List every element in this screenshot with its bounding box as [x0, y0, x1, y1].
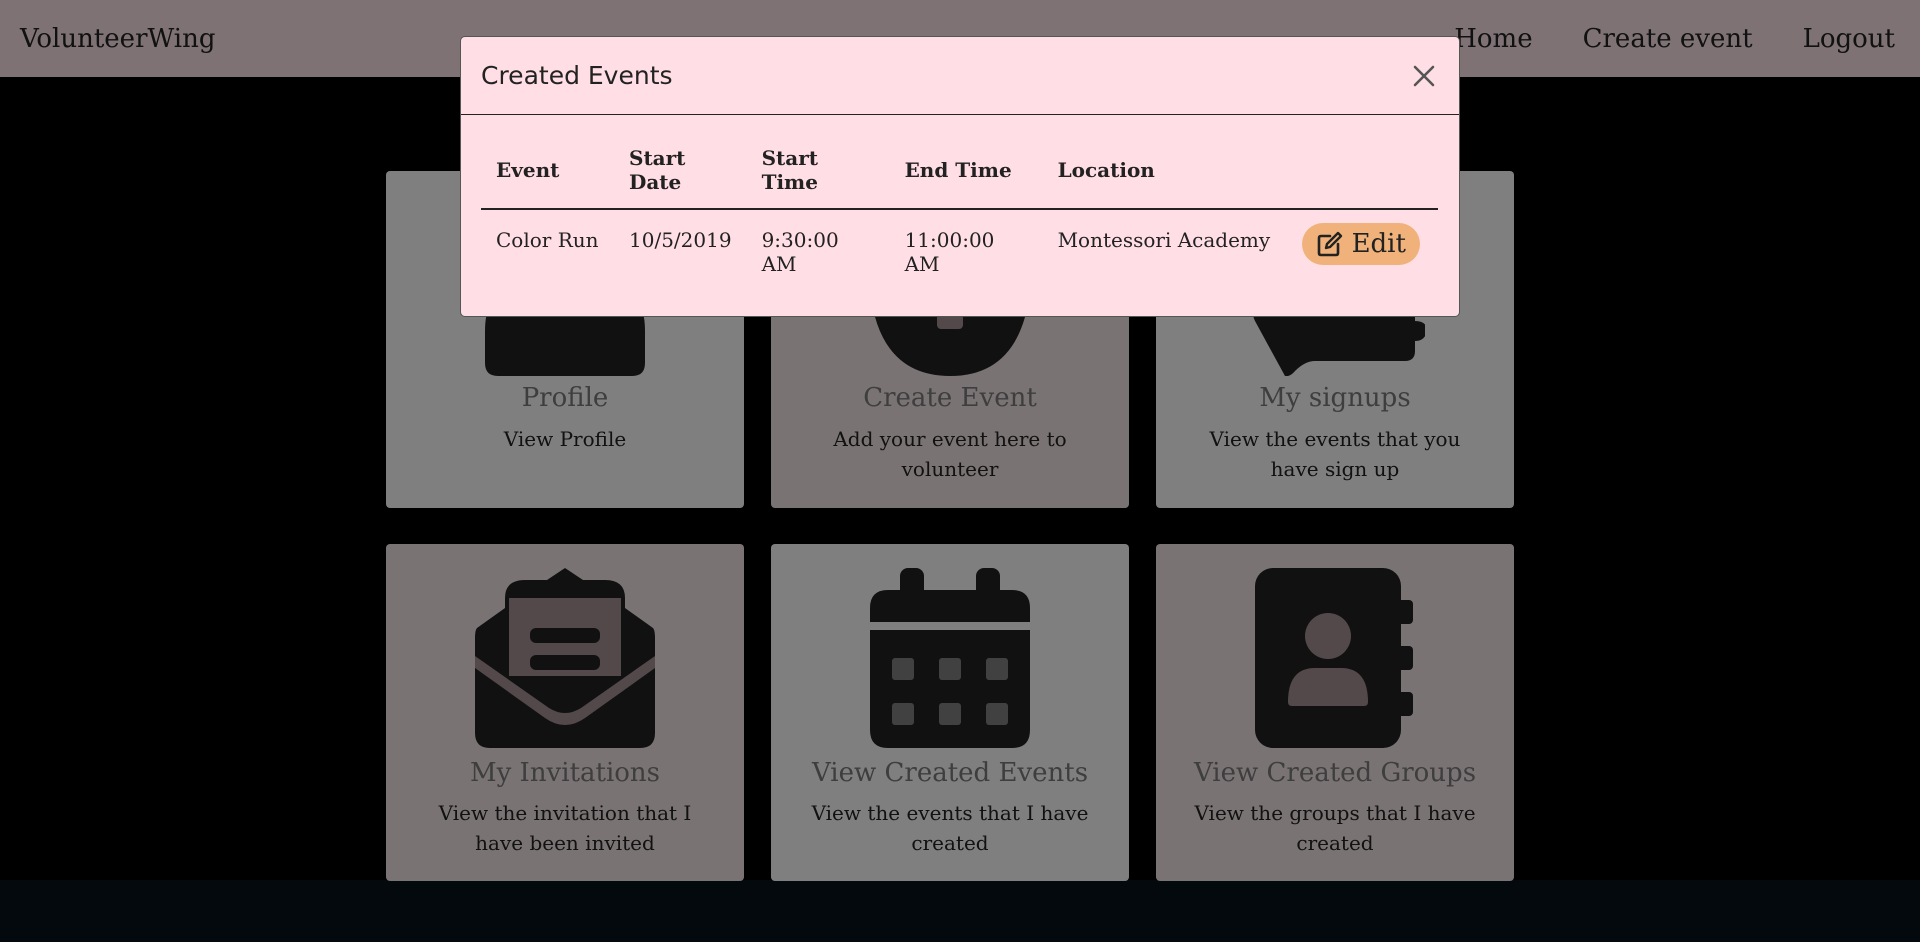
modal-header: Created Events	[461, 37, 1459, 115]
table-row: Color Run 10/5/2019 9:30:00 AM 11:00:00 …	[481, 209, 1438, 294]
cell-start-time: 9:30:00 AM	[761, 228, 839, 276]
close-button[interactable]	[1409, 61, 1439, 91]
table-header-row: Event Start Date Start Time End Time Loc…	[481, 135, 1438, 210]
events-table: Event Start Date Start Time End Time Loc…	[481, 135, 1438, 294]
column-header-end-time: End Time	[889, 135, 1043, 210]
column-header-start-time: Start Time	[746, 135, 890, 210]
cell-end-time: 11:00:00 AM	[904, 228, 995, 276]
modal-body: Event Start Date Start Time End Time Loc…	[461, 115, 1459, 314]
modal-title: Created Events	[481, 61, 673, 90]
created-events-modal: Created Events Event Start Date Start Ti…	[460, 36, 1460, 317]
column-header-actions	[1286, 135, 1438, 210]
close-icon	[1413, 65, 1435, 86]
cell-actions: Edit	[1287, 209, 1438, 294]
cell-location: Montessori Academy	[1057, 228, 1271, 252]
column-header-location: Location	[1042, 135, 1287, 210]
cell-event: Color Run	[496, 228, 599, 252]
column-header-event: Event	[481, 135, 614, 210]
cell-start-date: 10/5/2019	[629, 228, 732, 252]
edit-icon	[1317, 231, 1342, 257]
edit-button-label: Edit	[1351, 229, 1406, 259]
column-header-start-date: Start Date	[614, 135, 747, 210]
edit-button[interactable]: Edit	[1301, 223, 1420, 265]
